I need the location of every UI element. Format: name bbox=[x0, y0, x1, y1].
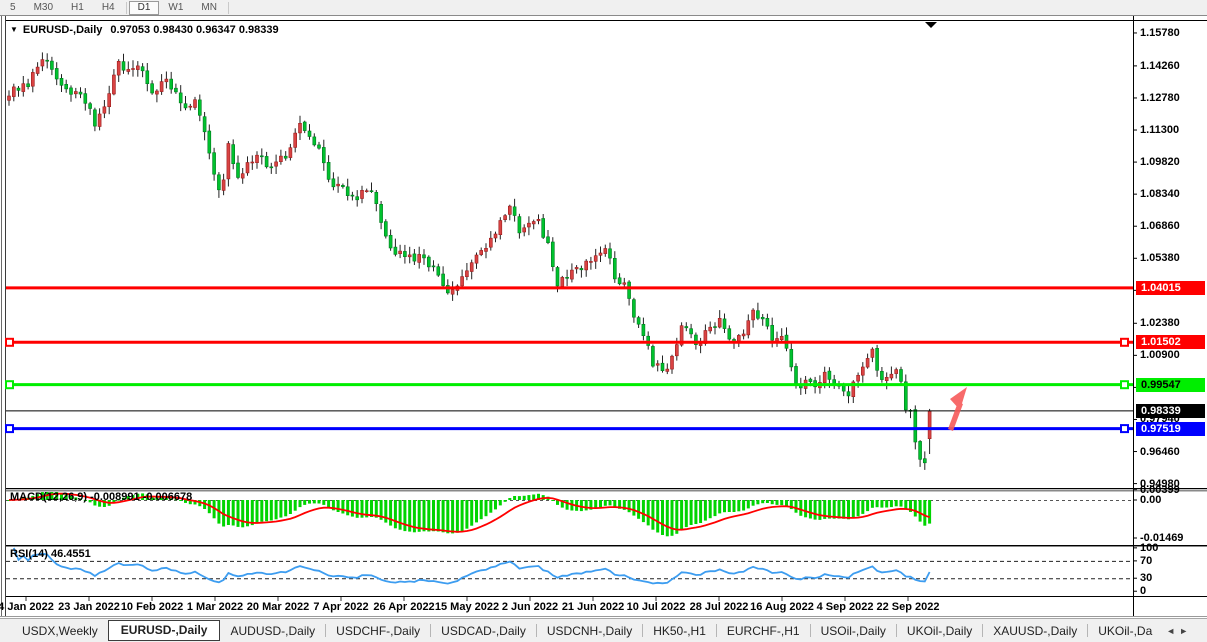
tab-hk50-h1[interactable]: HK50-,H1 bbox=[643, 621, 716, 641]
tab-ukoil-daily[interactable]: UKOil-,Daily bbox=[897, 621, 982, 641]
tab-ukoil-da[interactable]: UKOil-,Da bbox=[1088, 621, 1162, 641]
date-label-1: 4 Jan 2022 bbox=[0, 601, 54, 613]
macd-tick-0.00: 0.00 bbox=[1140, 494, 1161, 506]
price-badge-1.01502: 1.01502 bbox=[1136, 335, 1205, 349]
macd-current-values: -0.008991 -0.006678 bbox=[90, 491, 192, 503]
date-label-6: 7 Apr 2022 bbox=[313, 601, 368, 613]
chart-canvas[interactable] bbox=[0, 0, 1207, 641]
hline-0.99547-right-handle[interactable] bbox=[1121, 381, 1128, 388]
rsi-current-value: 46.4551 bbox=[51, 548, 91, 560]
timeframe-h1-button[interactable]: H1 bbox=[62, 1, 93, 15]
hline-0.99547-left-handle[interactable] bbox=[6, 381, 13, 388]
date-label-3: 10 Feb 2022 bbox=[121, 601, 183, 613]
hline-1.01502-left-handle[interactable] bbox=[6, 339, 13, 346]
hline-1.01502-right-handle[interactable] bbox=[1121, 339, 1128, 346]
rsi-tick-0: 0 bbox=[1140, 585, 1146, 597]
date-label-8: 15 May 2022 bbox=[435, 601, 499, 613]
date-label-14: 4 Sep 2022 bbox=[817, 601, 874, 613]
rsi-tick-30: 30 bbox=[1140, 572, 1152, 584]
timeframe-5-button[interactable]: 5 bbox=[1, 1, 25, 15]
date-label-11: 10 Jul 2022 bbox=[627, 601, 686, 613]
timeframe-m30-button[interactable]: M30 bbox=[25, 1, 62, 15]
ohlc-values: 0.97053 0.98430 0.96347 0.98339 bbox=[110, 24, 278, 36]
price-tick-1.14260: 1.14260 bbox=[1140, 60, 1180, 72]
price-badge-0.98339: 0.98339 bbox=[1136, 404, 1205, 418]
date-label-13: 16 Aug 2022 bbox=[750, 601, 814, 613]
timeframe-h4-button[interactable]: H4 bbox=[93, 1, 124, 15]
toolbar-separator bbox=[228, 2, 229, 14]
chart-shift-marker-icon[interactable] bbox=[925, 22, 937, 28]
rsi-tick-70: 70 bbox=[1140, 555, 1152, 567]
macd-label: MACD(12,26,9) -0.008991 -0.006678 bbox=[10, 491, 192, 503]
date-label-10: 21 Jun 2022 bbox=[562, 601, 624, 613]
date-label-9: 2 Jun 2022 bbox=[502, 601, 558, 613]
price-badge-0.97519: 0.97519 bbox=[1136, 422, 1205, 436]
tab-eurusd-daily[interactable]: EURUSD-,Daily bbox=[108, 620, 221, 641]
date-label-15: 22 Sep 2022 bbox=[877, 601, 940, 613]
timeframe-mn-button[interactable]: MN bbox=[192, 1, 226, 15]
hline-0.97519-left-handle[interactable] bbox=[6, 425, 13, 432]
symbol-tabbar: USDX,WeeklyEURUSD-,DailyAUDUSD-,DailyUSD… bbox=[0, 618, 1207, 642]
symbol-dropdown-icon[interactable]: ▼ bbox=[10, 25, 18, 34]
tab-xauusd-daily[interactable]: XAUUSD-,Daily bbox=[983, 621, 1087, 641]
date-label-7: 26 Apr 2022 bbox=[373, 601, 434, 613]
timeframe-d1-button[interactable]: D1 bbox=[129, 1, 160, 15]
rsi-label: RSI(14) 46.4551 bbox=[10, 548, 91, 560]
rsi-name: RSI(14) bbox=[10, 548, 48, 560]
date-label-4: 1 Mar 2022 bbox=[187, 601, 243, 613]
price-tick-1.12780: 1.12780 bbox=[1140, 92, 1180, 104]
timeframe-toolbar: 5M30H1H4 D1W1MN bbox=[0, 0, 1207, 15]
tab-eurchf-h1[interactable]: EURCHF-,H1 bbox=[717, 621, 810, 641]
price-tick-1.02380: 1.02380 bbox=[1140, 317, 1180, 329]
tabbar-scroll-left-icon[interactable]: ◄ bbox=[1166, 626, 1175, 636]
price-badge-0.99547: 0.99547 bbox=[1136, 378, 1205, 392]
tab-audusd-daily[interactable]: AUDUSD-,Daily bbox=[220, 621, 325, 641]
date-label-12: 28 Jul 2022 bbox=[690, 601, 749, 613]
tabbar-scroll-right-icon[interactable]: ► bbox=[1179, 626, 1188, 636]
trend-arrow-annotation[interactable] bbox=[948, 387, 967, 431]
price-badge-1.04015: 1.04015 bbox=[1136, 281, 1205, 295]
price-tick-1.09820: 1.09820 bbox=[1140, 156, 1180, 168]
macd-name: MACD(12,26,9) bbox=[10, 491, 87, 503]
date-label-2: 23 Jan 2022 bbox=[58, 601, 120, 613]
tab-usdcnh-daily[interactable]: USDCNH-,Daily bbox=[537, 621, 642, 641]
symbol-period-label: EURUSD-,Daily bbox=[23, 24, 102, 36]
price-tick-1.08340: 1.08340 bbox=[1140, 188, 1180, 200]
price-tick-1.06860: 1.06860 bbox=[1140, 220, 1180, 232]
chart-title: ▼ EURUSD-,Daily 0.97053 0.98430 0.96347 0.… bbox=[10, 24, 279, 36]
price-tick-0.96460: 0.96460 bbox=[1140, 446, 1180, 458]
price-tick-1.15780: 1.15780 bbox=[1140, 27, 1180, 39]
date-label-5: 20 Mar 2022 bbox=[247, 601, 309, 613]
mt4-chart-window: { "toolbar": { "timeframes": ["5","M30",… bbox=[0, 0, 1207, 641]
tab-usdx-weekly[interactable]: USDX,Weekly bbox=[12, 621, 108, 641]
price-tick-1.00900: 1.00900 bbox=[1140, 349, 1180, 361]
price-tick-1.05380: 1.05380 bbox=[1140, 252, 1180, 264]
tab-usdchf-daily[interactable]: USDCHF-,Daily bbox=[326, 621, 430, 641]
rsi-tick-100: 100 bbox=[1140, 542, 1158, 554]
tab-usdcad-daily[interactable]: USDCAD-,Daily bbox=[431, 621, 536, 641]
hline-0.97519-right-handle[interactable] bbox=[1121, 425, 1128, 432]
timeframe-w1-button[interactable]: W1 bbox=[159, 1, 192, 15]
tab-usoil-daily[interactable]: USOil-,Daily bbox=[811, 621, 896, 641]
toolbar-separator bbox=[126, 2, 127, 14]
price-tick-1.11300: 1.11300 bbox=[1140, 124, 1179, 136]
candlestick-series bbox=[8, 52, 932, 470]
